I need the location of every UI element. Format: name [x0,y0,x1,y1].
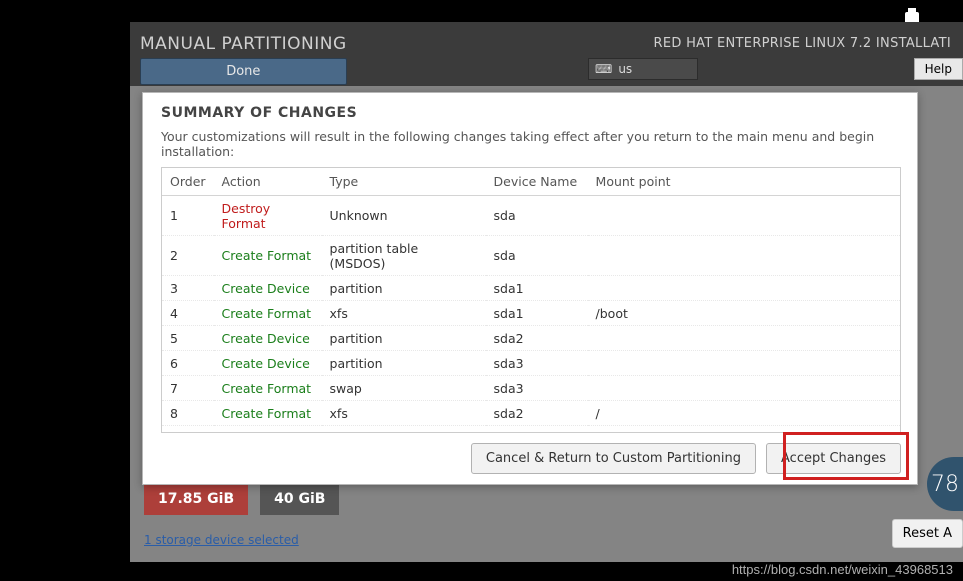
cell-action: Create Device [214,351,322,376]
cell-type: partition [322,326,486,351]
cell-order: 7 [162,376,214,401]
help-button[interactable]: Help [914,58,963,80]
page-title: MANUAL PARTITIONING [140,26,347,54]
cell-order: 2 [162,236,214,276]
storage-devices-link[interactable]: 1 storage device selected [144,533,299,547]
cell-device: sda2 [486,401,588,426]
keyboard-layout-indicator[interactable]: ⌨ us [588,58,698,80]
table-row[interactable]: 1Destroy FormatUnknownsda [162,196,900,236]
col-type[interactable]: Type [322,168,486,196]
cell-mount: / [588,401,900,426]
table-row[interactable]: 8Create Formatxfssda2/ [162,401,900,426]
table-row[interactable]: 4Create Formatxfssda1/boot [162,301,900,326]
total-space-badge: 40 GiB [260,483,339,515]
done-button[interactable]: Done [140,58,347,85]
cell-device: sda1 [486,301,588,326]
dialog-description: Your customizations will result in the f… [161,129,901,159]
cell-mount [588,276,900,301]
cell-action: Create Format [214,301,322,326]
cell-action: Destroy Format [214,196,322,236]
col-action[interactable]: Action [214,168,322,196]
keyboard-layout-code: us [618,62,632,76]
available-space-badge: 17.85 GiB [144,483,248,515]
header-bar: MANUAL PARTITIONING Done RED HAT ENTERPR… [130,22,963,86]
cell-device: sda2 [486,326,588,351]
cell-type: xfs [322,301,486,326]
cell-order: 1 [162,196,214,236]
cell-order: 4 [162,301,214,326]
cell-mount [588,351,900,376]
cell-type: swap [322,376,486,401]
cell-order: 8 [162,401,214,426]
cell-mount [588,236,900,276]
dialog-title: SUMMARY OF CHANGES [161,105,901,121]
cell-mount: /boot [588,301,900,326]
col-mount[interactable]: Mount point [588,168,900,196]
table-row[interactable]: 3Create Devicepartitionsda1 [162,276,900,301]
cell-action: Create Format [214,236,322,276]
accept-changes-button[interactable]: Accept Changes [766,443,901,474]
product-title: RED HAT ENTERPRISE LINUX 7.2 INSTALLATI [654,26,952,51]
watermark-text: https://blog.csdn.net/weixin_43968513 [732,562,953,577]
cell-order: 5 [162,326,214,351]
changes-table-wrap: Order Action Type Device Name Mount poin… [161,167,901,433]
table-row[interactable]: 5Create Devicepartitionsda2 [162,326,900,351]
cell-type: partition [322,351,486,376]
cell-device: sda3 [486,376,588,401]
table-row[interactable]: 7Create Formatswapsda3 [162,376,900,401]
cell-action: Create Device [214,276,322,301]
table-header-row: Order Action Type Device Name Mount poin… [162,168,900,196]
col-order[interactable]: Order [162,168,214,196]
cell-order: 6 [162,351,214,376]
cell-type: xfs [322,401,486,426]
dialog-button-row: Cancel & Return to Custom Partitioning A… [161,443,901,474]
cell-action: Create Format [214,401,322,426]
cell-device: sda1 [486,276,588,301]
cell-type: partition table (MSDOS) [322,236,486,276]
changes-table: Order Action Type Device Name Mount poin… [162,168,900,426]
cell-device: sda [486,196,588,236]
keyboard-icon: ⌨ [595,62,612,76]
cell-device: sda3 [486,351,588,376]
col-device[interactable]: Device Name [486,168,588,196]
cell-type: Unknown [322,196,486,236]
cancel-return-button[interactable]: Cancel & Return to Custom Partitioning [471,443,756,474]
table-row[interactable]: 6Create Devicepartitionsda3 [162,351,900,376]
table-row[interactable]: 2Create Formatpartition table (MSDOS)sda [162,236,900,276]
reset-all-button[interactable]: Reset A [892,519,963,548]
cell-mount [588,376,900,401]
summary-of-changes-dialog: SUMMARY OF CHANGES Your customizations w… [142,92,918,485]
cell-device: sda [486,236,588,276]
cell-mount [588,326,900,351]
cell-mount [588,196,900,236]
cell-type: partition [322,276,486,301]
cell-order: 3 [162,276,214,301]
cell-action: Create Format [214,376,322,401]
cell-action: Create Device [214,326,322,351]
